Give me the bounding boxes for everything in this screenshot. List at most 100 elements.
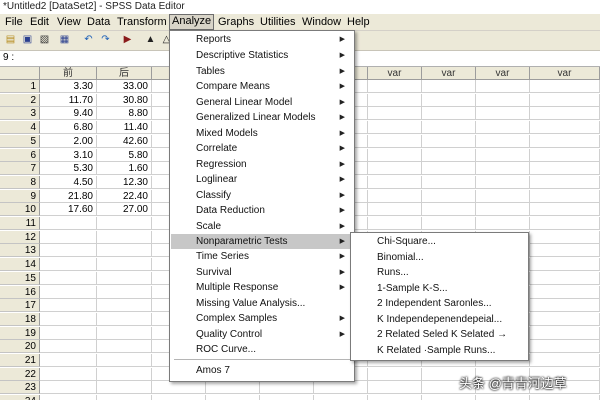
data-cell[interactable] xyxy=(530,148,600,162)
menu-item-roc-curve[interactable]: ROC Curve... xyxy=(171,342,353,357)
submenu-item-k-related-samples[interactable]: K Related ·Sample Runs... xyxy=(352,343,527,358)
column-header[interactable]: var xyxy=(368,67,422,80)
submenu-item-k-independent-samples[interactable]: K Independepenendepeial... xyxy=(352,312,527,327)
row-number[interactable]: 11 xyxy=(0,217,40,230)
data-cell[interactable]: 9.40 xyxy=(40,107,97,121)
menu-item-scale[interactable]: Scale ▶ xyxy=(171,219,353,234)
row-number[interactable]: 22 xyxy=(0,367,40,381)
data-cell[interactable] xyxy=(530,134,600,148)
data-cell[interactable] xyxy=(530,189,600,203)
menu-data[interactable]: Data xyxy=(85,15,112,29)
menu-item-complex-samples[interactable]: Complex Samples ▶ xyxy=(171,311,353,326)
data-cell[interactable] xyxy=(368,395,422,400)
menu-item-amos[interactable]: Amos 7 xyxy=(171,363,353,378)
menu-item-general-linear-model[interactable]: General Linear Model ▶ xyxy=(171,95,353,110)
data-cell[interactable] xyxy=(97,285,152,299)
submenu-item-2-related-samples[interactable]: 2 Related Seled K Selated → xyxy=(352,327,527,342)
row-number[interactable]: 19 xyxy=(0,326,40,340)
data-cell[interactable]: 5.80 xyxy=(97,148,152,162)
menu-item-correlate[interactable]: Correlate ▶ xyxy=(171,141,353,156)
data-cell[interactable] xyxy=(260,381,314,395)
data-cell[interactable]: 12.30 xyxy=(97,175,152,189)
column-header[interactable]: 前 xyxy=(40,67,97,80)
row-number[interactable]: 3 xyxy=(0,107,40,121)
data-cell[interactable] xyxy=(97,354,152,367)
data-cell[interactable] xyxy=(368,381,422,395)
data-cell[interactable] xyxy=(206,381,260,395)
data-cell[interactable] xyxy=(97,271,152,285)
data-cell[interactable] xyxy=(422,121,476,135)
goto-case-icon[interactable]: ▶ xyxy=(121,34,134,46)
column-header[interactable]: var xyxy=(476,67,530,80)
data-cell[interactable] xyxy=(368,367,422,381)
data-cell[interactable] xyxy=(476,203,530,217)
data-cell[interactable]: 3.10 xyxy=(40,148,97,162)
data-cell[interactable]: 42.60 xyxy=(97,134,152,148)
data-cell[interactable]: 6.80 xyxy=(40,121,97,135)
data-cell[interactable] xyxy=(97,217,152,230)
row-number[interactable]: 12 xyxy=(0,230,40,244)
menu-transform[interactable]: Transform xyxy=(115,15,169,29)
data-cell[interactable] xyxy=(530,121,600,135)
data-cell[interactable] xyxy=(206,395,260,400)
menu-item-mixed-models[interactable]: Mixed Models ▶ xyxy=(171,126,353,141)
data-cell[interactable] xyxy=(260,395,314,400)
open-folder-icon[interactable]: ▤ xyxy=(4,34,17,46)
data-cell[interactable] xyxy=(97,395,152,400)
data-cell[interactable] xyxy=(530,162,600,176)
menu-edit[interactable]: Edit xyxy=(28,15,51,29)
data-cell[interactable] xyxy=(530,93,600,107)
data-cell[interactable] xyxy=(40,367,97,381)
data-cell[interactable] xyxy=(422,134,476,148)
data-cell[interactable]: 30.80 xyxy=(97,93,152,107)
data-cell[interactable] xyxy=(476,148,530,162)
data-cell[interactable] xyxy=(368,217,422,230)
data-cell[interactable] xyxy=(476,121,530,135)
data-cell[interactable] xyxy=(530,107,600,121)
data-cell[interactable] xyxy=(368,93,422,107)
menu-item-classify[interactable]: Classify ▶ xyxy=(171,188,353,203)
menu-item-descriptive-statistics[interactable]: Descriptive Statistics ▶ xyxy=(171,48,353,63)
row-number[interactable]: 20 xyxy=(0,340,40,354)
data-cell[interactable] xyxy=(40,381,97,395)
menu-help[interactable]: Help xyxy=(345,15,372,29)
row-number[interactable]: 24 xyxy=(0,395,40,400)
row-number[interactable]: 5 xyxy=(0,134,40,148)
data-cell[interactable] xyxy=(530,175,600,189)
menu-item-loglinear[interactable]: Loglinear ▶ xyxy=(171,172,353,187)
data-cell[interactable] xyxy=(530,299,600,313)
data-cell[interactable] xyxy=(476,162,530,176)
row-number[interactable]: 10 xyxy=(0,203,40,217)
data-cell[interactable] xyxy=(40,244,97,258)
data-cell[interactable] xyxy=(152,381,206,395)
data-cell[interactable]: 8.80 xyxy=(97,107,152,121)
menu-view[interactable]: View xyxy=(55,15,83,29)
submenu-item-binomial[interactable]: Binomial... xyxy=(352,250,527,265)
row-number[interactable]: 2 xyxy=(0,93,40,107)
data-cell[interactable] xyxy=(476,395,530,400)
data-cell[interactable] xyxy=(530,203,600,217)
row-number[interactable]: 16 xyxy=(0,285,40,299)
row-number[interactable]: 23 xyxy=(0,381,40,395)
data-cell[interactable] xyxy=(97,299,152,313)
data-cell[interactable] xyxy=(476,175,530,189)
data-cell[interactable] xyxy=(530,244,600,258)
data-cell[interactable] xyxy=(40,299,97,313)
row-number[interactable]: 18 xyxy=(0,312,40,326)
data-cell[interactable] xyxy=(530,230,600,244)
menu-item-tables[interactable]: Tables ▶ xyxy=(171,64,353,79)
menu-item-generalized-linear-models[interactable]: Generalized Linear Models ▶ xyxy=(171,110,353,125)
data-cell[interactable] xyxy=(368,121,422,135)
data-cell[interactable] xyxy=(40,354,97,367)
data-cell[interactable] xyxy=(314,395,368,400)
data-cell[interactable] xyxy=(476,217,530,230)
submenu-item-runs[interactable]: Runs... xyxy=(352,265,527,280)
data-cell[interactable] xyxy=(422,189,476,203)
data-cell[interactable]: 5.30 xyxy=(40,162,97,176)
data-cell[interactable] xyxy=(530,80,600,93)
data-cell[interactable] xyxy=(422,80,476,93)
data-cell[interactable] xyxy=(476,189,530,203)
menu-item-nonparametric-tests[interactable]: Nonparametric Tests ▶ xyxy=(171,234,353,249)
data-cell[interactable] xyxy=(422,162,476,176)
data-cell[interactable] xyxy=(97,312,152,326)
